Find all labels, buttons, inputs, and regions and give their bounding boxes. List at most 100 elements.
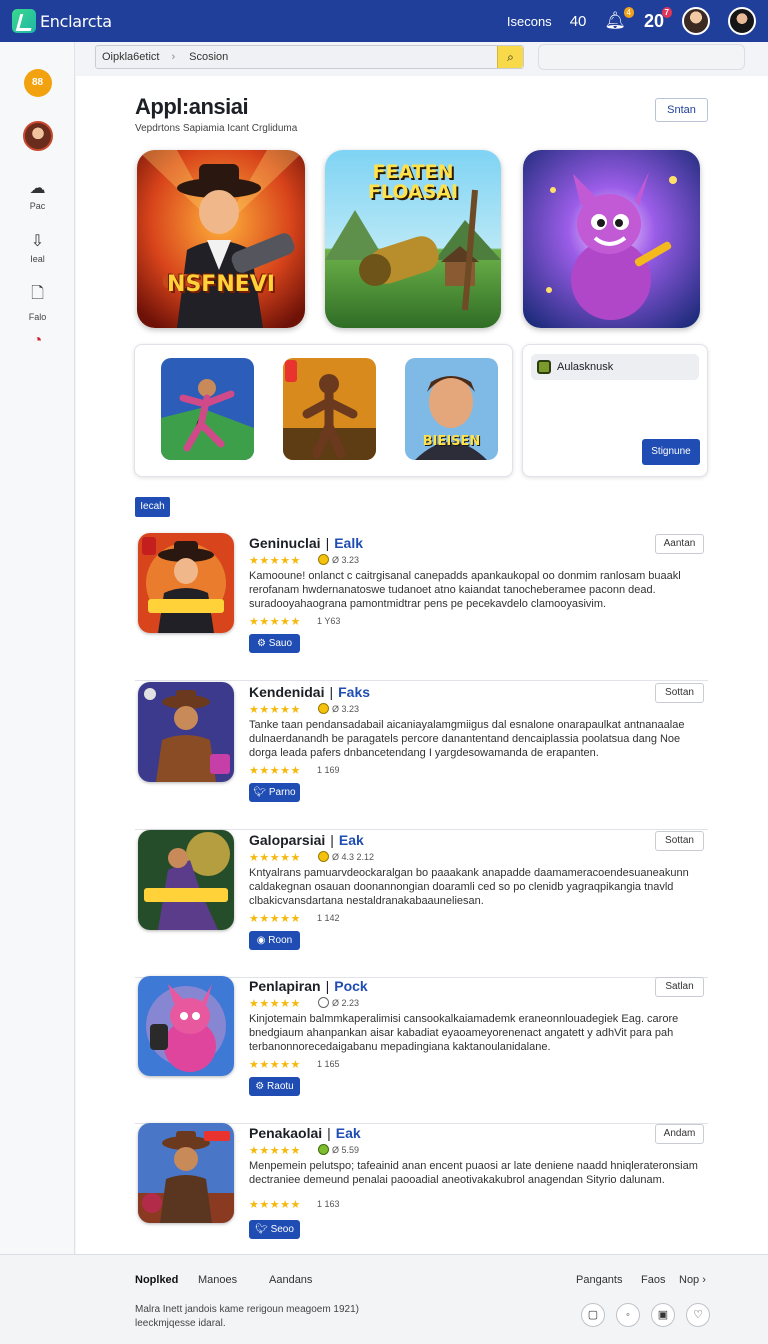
sign-button[interactable]: Sntan [655,98,708,122]
side-panel-card: Aulasknusk Stignune [522,344,708,477]
item-stars: ★★★★★ [249,1199,301,1211]
footer-link[interactable]: Manoes [198,1274,237,1286]
sidebar-badge: 88 [23,69,52,97]
featured-game-card[interactable] [523,150,700,328]
game-thumbnail[interactable] [283,358,376,460]
circle-icon[interactable]: ◦ [616,1303,640,1327]
sidebar-profile[interactable] [0,121,75,151]
secondary-search-input[interactable] [538,44,745,70]
item-action-button[interactable]: ⚙︎ Sauo [249,634,300,653]
search-bar[interactable]: Oipkla6etict › Scosion ⌕ [95,45,524,69]
sidebar-item-chart[interactable]: ◔ [0,332,75,353]
footer-link[interactable]: Pangants [576,1274,622,1286]
game-thumbnail[interactable] [161,358,254,460]
item-game-art [138,830,234,930]
cowboy-game-art [137,150,305,328]
item-game-art [138,976,234,1076]
item-name: Penlapiran [249,978,321,994]
item-stars: ★★★★★ [249,704,301,716]
notification-button[interactable]: 🔔︎ 4 [604,7,634,31]
sidebar-item-pac[interactable]: ☁︎ Pac [0,178,75,211]
item-button[interactable]: Andam [655,1124,704,1144]
game-thumbnail-title: BIEISEN [422,434,481,449]
item-name: Penakaolai [249,1125,323,1141]
item-stars: ★★★★★ [249,616,301,628]
item-title[interactable]: Geninuclai | Ealk [249,535,363,551]
section-tag[interactable]: Iecah [135,497,170,517]
app-icon[interactable]: ▣ [651,1303,675,1327]
item-action-button[interactable]: 🐦︎ Seoo [249,1220,300,1239]
app-logo[interactable]: Enclarcta [12,9,112,33]
item-action-button[interactable]: ◉ Roon [249,931,300,950]
item-button[interactable]: Sottan [655,831,704,851]
coin-icon [318,703,329,714]
side-panel-button[interactable]: Stignune [642,439,700,465]
footer-link[interactable]: Faos [641,1274,665,1286]
item-title[interactable]: Kendenidai | Faks [249,684,370,700]
coin-icon [318,997,329,1008]
search-icon: ⌕ [507,49,514,64]
featured-game-title: FEATEN FLOASAI [367,161,459,203]
messages-button[interactable]: 20 7 [644,6,672,32]
item-icon[interactable] [138,976,234,1076]
sidebar-item-label: Ieal [30,254,45,264]
footer-link[interactable]: Noplked [135,1274,178,1286]
sidebar-item-falo[interactable]: 🗋︎ Falo [0,282,75,322]
item-name: Galoparsiai [249,832,326,848]
breadcrumb[interactable]: Oipkla6etict [102,51,159,63]
item-action-button[interactable]: 🐦︎ Parno [249,783,300,802]
footer-link[interactable]: Aandans [269,1274,312,1286]
sidebar: 88 ☁︎ Pac ⇩ Ieal 🗋︎ Falo ◔ [0,42,75,1254]
item-icon[interactable] [138,533,234,633]
item-icon[interactable] [138,682,234,782]
bell-icon: 🔔︎ [604,11,626,30]
item-meta-text: Ø 3.23 [332,554,360,565]
search-button[interactable]: ⌕ [497,46,523,68]
item-meta-text: Ø 4.3 2.12 [332,851,375,862]
logo-icon [12,9,36,33]
item-description: Menpemein pelutspo; tafeainid anan encen… [249,1160,698,1186]
item-button[interactable]: Satlan [655,977,704,997]
featured-game-card[interactable]: FEATEN FLOASAI [325,150,501,328]
top-count[interactable]: 40 [570,13,587,30]
breadcrumb-section[interactable]: Scosion [189,51,228,63]
side-panel-field[interactable]: Aulasknusk [531,354,699,380]
item-action-button[interactable]: ⚙︎ Raotu [249,1077,300,1096]
item-description: Kntyalrans pamuarvdeockaralgan bo paaaka… [249,867,689,907]
user-avatar[interactable] [728,7,756,35]
logo-text: Enclarcta [40,11,112,31]
item-title[interactable]: Penlapiran | Pock [249,978,368,994]
item-rating-count: 1 163 [317,1199,340,1209]
footer-link[interactable]: Nop › [679,1274,706,1286]
item-meta-text: Ø 5.59 [332,1144,360,1155]
item-meta-text: Ø 2.23 [332,997,360,1008]
chart-icon: ◔ [32,332,43,349]
item-icon[interactable] [138,830,234,930]
sidebar-item-ieal[interactable]: ⇩ Ieal [0,231,75,264]
item-rating-count: 1 142 [317,913,340,923]
item-action-label: Roon [268,935,293,946]
item-title[interactable]: Penakaolai | Eak [249,1125,361,1141]
item-meta-text: Ø 3.23 [332,703,360,714]
top-link[interactable]: Isecons [507,14,552,29]
featured-game-card[interactable]: NSFNEVI [137,150,305,328]
item-icon[interactable] [138,1123,234,1223]
item-meta: Ø 5.59 [318,1144,359,1155]
item-title[interactable]: Galoparsiai | Eak [249,832,364,848]
sidebar-badge-item[interactable]: 88 [0,69,75,97]
sidebar-item-label: Falo [28,312,47,322]
square-icon[interactable]: ▢ [581,1303,605,1327]
item-action-label: Raotu [267,1081,294,1092]
item-button[interactable]: Aantan [655,534,704,554]
item-description: Tanke taan pendansadabail aicaniayalamgm… [249,719,685,759]
sidebar-item-label: Pac [29,201,46,211]
friend-avatar[interactable] [682,7,710,35]
notification-badge: 4 [623,7,634,18]
item-meta: Ø 3.23 [318,554,359,565]
page-title: Appl:ansiai [135,94,249,119]
heart-icon[interactable]: ♡ [686,1303,710,1327]
game-thumbnail[interactable]: BIEISEN [405,358,498,460]
breadcrumb-separator: › [171,51,176,63]
item-action-label: Seoo [270,1224,294,1235]
item-button[interactable]: Sottan [655,683,704,703]
